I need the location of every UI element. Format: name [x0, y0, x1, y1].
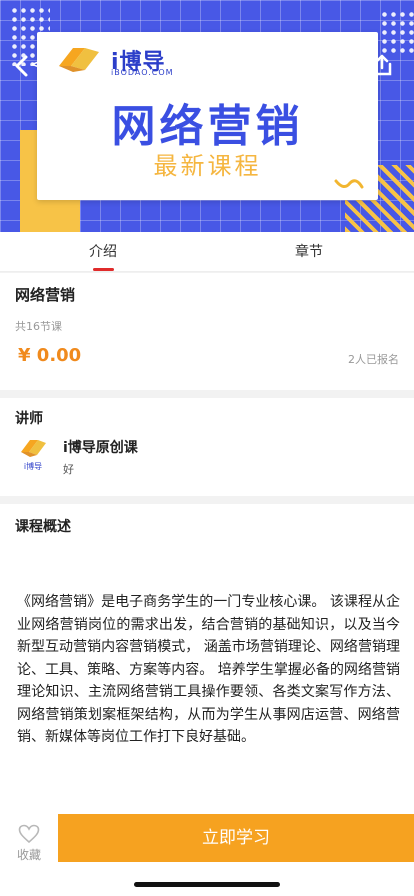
lecturer-section-title: 讲师: [15, 411, 43, 427]
lesson-count: 共16节课: [15, 320, 62, 333]
banner-title: 网络营销: [111, 101, 304, 152]
banner-card: i博导 iBODAO.COM 网络营销 最新课程: [37, 32, 378, 200]
course-info-section: 网络营销 共16节课 ¥ 0.00 2人已报名: [0, 273, 414, 390]
course-title: 网络营销: [15, 286, 76, 304]
ibodao-logo-icon: [59, 48, 99, 72]
overview-text: 《网络营销》是电子商务学生的一门专业核心课。 该课程从企业网络营销岗位的需求出发…: [17, 594, 400, 745]
tab-chapters[interactable]: 章节: [276, 232, 342, 272]
active-tab-indicator: [93, 268, 114, 271]
lecturer-name[interactable]: i博导原创课: [63, 437, 138, 457]
course-price: ¥ 0.00: [18, 345, 82, 366]
home-indicator: [134, 882, 280, 887]
avatar-logo-text: i博导: [24, 461, 42, 471]
course-tabs: 介绍 章节: [0, 232, 414, 272]
tab-intro[interactable]: 介绍: [70, 232, 136, 272]
back-button-glyph[interactable]: <: [30, 54, 45, 75]
lecturer-avatar[interactable]: i博导: [18, 436, 48, 474]
enrolled-count: 2人已报名: [348, 353, 399, 366]
course-overview-section: 课程概述 《网络营销》是电子商务学生的一门专业核心课。 该课程从企业网络营销岗位…: [0, 504, 414, 814]
lecturer-section: 讲师 i博导 i博导原创课 好: [0, 398, 414, 496]
favorite-button[interactable]: 收藏: [8, 818, 50, 862]
favorite-label: 收藏: [16, 848, 41, 862]
squiggle-decoration: [334, 179, 364, 189]
dot-pattern-decoration-right: [380, 10, 414, 56]
start-learning-button[interactable]: 立即学习: [58, 814, 414, 862]
bottom-action-bar: 收藏 立即学习: [0, 814, 414, 896]
lecturer-description: 好: [63, 463, 74, 476]
course-banner: i博导 iBODAO.COM 网络营销 最新课程 <: [0, 0, 414, 232]
overview-section-title: 课程概述: [15, 519, 71, 535]
heart-icon: [18, 824, 40, 844]
banner-subtitle: 最新课程: [153, 152, 262, 180]
share-icon[interactable]: [370, 52, 394, 78]
logo-subtext: iBODAO.COM: [111, 68, 174, 77]
